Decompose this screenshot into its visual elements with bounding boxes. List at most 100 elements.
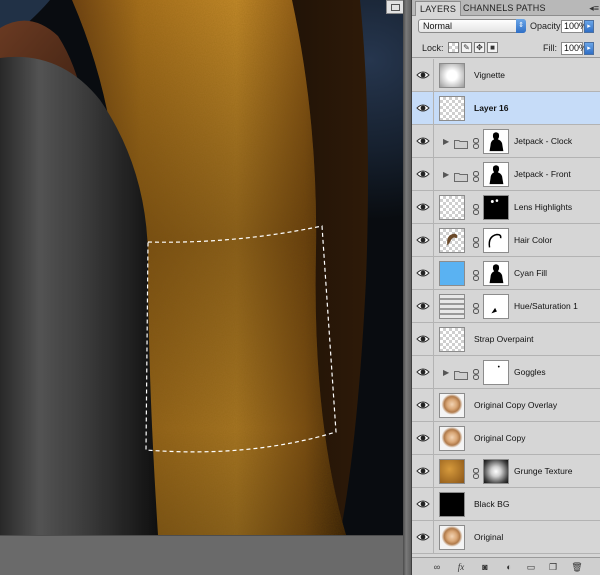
chain-link-icon[interactable] bbox=[472, 466, 480, 479]
layer-row[interactable]: Original bbox=[412, 521, 600, 554]
trash-icon[interactable]: 🗑 bbox=[570, 561, 584, 573]
chain-link-icon[interactable] bbox=[472, 367, 480, 380]
chain-link-icon[interactable] bbox=[472, 235, 480, 248]
panel-tabs: LAYERS CHANNELS PATHS ◂≡ bbox=[412, 0, 600, 16]
lock-pixels-icon[interactable]: ✎ bbox=[461, 42, 472, 53]
panel-divider[interactable] bbox=[403, 0, 411, 575]
visibility-eye-icon[interactable] bbox=[416, 365, 430, 379]
layer-name: Jetpack - Front bbox=[514, 169, 571, 179]
lock-row: Lock: ✎ ✥ ■ Fill: 100% ▸ bbox=[412, 38, 600, 58]
visibility-eye-icon[interactable] bbox=[416, 134, 430, 148]
tab-layers[interactable]: LAYERS bbox=[415, 1, 462, 16]
expand-triangle-icon[interactable]: ▶ bbox=[443, 137, 449, 146]
layer-row[interactable]: Grunge Texture bbox=[412, 455, 600, 488]
visibility-eye-icon[interactable] bbox=[416, 68, 430, 82]
new-layer-icon[interactable]: ❐ bbox=[546, 561, 560, 573]
blend-row: Normal ⇕ Opacity: 100% ▸ bbox=[412, 17, 600, 37]
blend-mode-select[interactable]: Normal ⇕ bbox=[418, 19, 526, 33]
layer-row[interactable]: ▶ Goggles bbox=[412, 356, 600, 389]
lock-transparency-icon[interactable] bbox=[448, 42, 459, 53]
chain-link-icon[interactable] bbox=[472, 268, 480, 281]
visibility-eye-icon[interactable] bbox=[416, 497, 430, 511]
visibility-eye-icon[interactable] bbox=[416, 200, 430, 214]
visibility-eye-icon[interactable] bbox=[416, 233, 430, 247]
blend-mode-value: Normal bbox=[423, 21, 453, 31]
layer-row[interactable]: Lens Highlights bbox=[412, 191, 600, 224]
layer-thumbnail bbox=[439, 195, 465, 220]
visibility-eye-icon[interactable] bbox=[416, 266, 430, 280]
layer-name: Original bbox=[474, 532, 504, 542]
folder-icon bbox=[454, 367, 468, 380]
layer-row[interactable]: Black BG bbox=[412, 488, 600, 521]
fill-input[interactable]: 100% bbox=[561, 42, 587, 55]
layer-thumbnail bbox=[439, 96, 465, 121]
layer-name: Layer 16 bbox=[474, 103, 509, 113]
layer-mask-thumbnail[interactable] bbox=[483, 360, 509, 385]
panel-menu-icon[interactable]: ◂≡ bbox=[589, 1, 599, 15]
visibility-eye-icon[interactable] bbox=[416, 464, 430, 478]
layer-thumbnail bbox=[439, 327, 465, 352]
layer-row[interactable]: Original Copy Overlay bbox=[412, 389, 600, 422]
layer-list: Vignette Layer 16 ▶ Jetpack - Clock ▶ Jetpack… bbox=[412, 59, 600, 557]
layer-thumbnail bbox=[439, 525, 465, 550]
link-icon[interactable]: ∞ bbox=[430, 561, 444, 573]
layer-row[interactable]: Vignette bbox=[412, 59, 600, 92]
layer-thumbnail bbox=[439, 393, 465, 418]
folder-icon bbox=[454, 169, 468, 182]
layer-row[interactable]: Original Copy bbox=[412, 422, 600, 455]
lock-position-icon[interactable]: ✥ bbox=[474, 42, 485, 53]
layer-mask-thumbnail[interactable] bbox=[483, 459, 509, 484]
visibility-eye-icon[interactable] bbox=[416, 530, 430, 544]
layer-row[interactable]: Hair Color bbox=[412, 224, 600, 257]
adjustment-icon[interactable]: ◐ bbox=[502, 561, 516, 573]
visibility-eye-icon[interactable] bbox=[416, 101, 430, 115]
layer-mask-thumbnail[interactable] bbox=[483, 261, 509, 286]
layer-thumbnail bbox=[439, 63, 465, 88]
visibility-eye-icon[interactable] bbox=[416, 431, 430, 445]
chain-link-icon[interactable] bbox=[472, 169, 480, 182]
layer-row[interactable]: Layer 16 bbox=[412, 92, 600, 125]
layer-name: Original Copy bbox=[474, 433, 526, 443]
opacity-input[interactable]: 100% bbox=[561, 20, 587, 33]
layer-mask-thumbnail[interactable] bbox=[483, 162, 509, 187]
tab-paths[interactable]: PATHS bbox=[512, 1, 550, 16]
chevron-updown-icon: ⇕ bbox=[516, 19, 526, 33]
fx-icon[interactable]: fx bbox=[454, 561, 468, 573]
layer-row[interactable]: ▶ Jetpack - Front bbox=[412, 158, 600, 191]
option-bar-icon[interactable] bbox=[386, 0, 404, 14]
layer-name: Hue/Saturation 1 bbox=[514, 301, 578, 311]
lock-label: Lock: bbox=[422, 43, 444, 53]
layer-row[interactable]: ▶ Jetpack - Clock bbox=[412, 125, 600, 158]
layers-panel: LAYERS CHANNELS PATHS ◂≡ Normal ⇕ Opacit… bbox=[411, 0, 600, 575]
visibility-eye-icon[interactable] bbox=[416, 167, 430, 181]
layer-name: Grunge Texture bbox=[514, 466, 573, 476]
layer-thumbnail bbox=[439, 261, 465, 286]
pasteboard bbox=[0, 535, 410, 575]
layer-thumbnail bbox=[439, 228, 465, 253]
layer-mask-thumbnail[interactable] bbox=[483, 195, 509, 220]
expand-triangle-icon[interactable]: ▶ bbox=[443, 368, 449, 377]
fill-slider-button[interactable]: ▸ bbox=[584, 42, 594, 55]
expand-triangle-icon[interactable]: ▶ bbox=[443, 170, 449, 179]
layer-row[interactable]: Strap Overpaint bbox=[412, 323, 600, 356]
folder-icon[interactable]: ▭ bbox=[524, 561, 538, 573]
layer-name: Vignette bbox=[474, 70, 506, 80]
layer-row[interactable]: Cyan Fill bbox=[412, 257, 600, 290]
chain-link-icon[interactable] bbox=[472, 136, 480, 149]
layer-mask-thumbnail[interactable] bbox=[483, 294, 509, 319]
lock-all-icon[interactable]: ■ bbox=[487, 42, 498, 53]
layer-mask-thumbnail[interactable] bbox=[483, 228, 509, 253]
layer-mask-thumbnail[interactable] bbox=[483, 129, 509, 154]
layer-thumbnail bbox=[439, 459, 465, 484]
layer-row[interactable]: Hue/Saturation 1 bbox=[412, 290, 600, 323]
visibility-eye-icon[interactable] bbox=[416, 299, 430, 313]
chain-link-icon[interactable] bbox=[472, 202, 480, 215]
tab-channels[interactable]: CHANNELS bbox=[459, 1, 518, 16]
visibility-eye-icon[interactable] bbox=[416, 332, 430, 346]
chain-link-icon[interactable] bbox=[472, 301, 480, 314]
visibility-eye-icon[interactable] bbox=[416, 398, 430, 412]
panel-footer: ∞ fx ◙ ◐ ▭ ❐ 🗑 bbox=[412, 557, 600, 575]
mask-icon[interactable]: ◙ bbox=[478, 561, 492, 573]
document-canvas[interactable] bbox=[0, 0, 403, 535]
opacity-slider-button[interactable]: ▸ bbox=[584, 20, 594, 33]
